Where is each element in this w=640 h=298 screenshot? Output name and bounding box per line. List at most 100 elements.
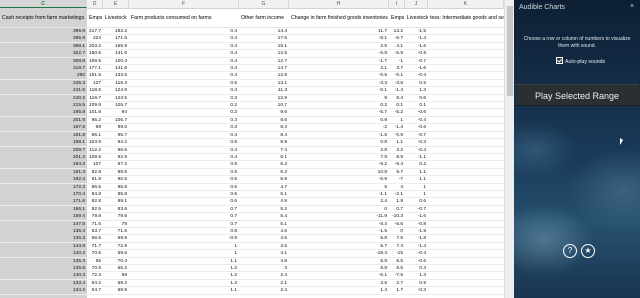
table-cell[interactable]: 124.9 xyxy=(103,87,129,94)
table-cell[interactable]: -1 xyxy=(389,58,405,65)
table-cell[interactable]: 0.6 xyxy=(405,95,428,102)
table-cell[interactable]: 3.7 xyxy=(389,65,405,72)
table-cell[interactable]: 71.6 xyxy=(103,228,129,235)
table-cell[interactable]: -1.4 xyxy=(389,124,405,131)
star-icon[interactable]: ★ xyxy=(581,244,595,258)
table-cell[interactable]: 7.6 xyxy=(389,235,405,242)
table-cell[interactable]: 0 xyxy=(389,228,405,235)
table-cell[interactable]: 0.5 xyxy=(129,80,239,87)
table-cell[interactable]: 159.4 xyxy=(0,213,87,221)
table-cell[interactable]: 1.1 xyxy=(405,169,428,176)
table-cell[interactable]: -5.6 xyxy=(389,221,405,228)
table-cell[interactable]: 151.5 xyxy=(87,72,103,79)
table-cell[interactable]: 191.8 xyxy=(0,131,87,139)
table-cell[interactable]: 98 xyxy=(87,124,103,131)
table-cell[interactable]: 141.6 xyxy=(103,65,129,72)
table-cell[interactable]: 71.7 xyxy=(87,243,103,250)
table-cell[interactable]: 141.6 xyxy=(103,50,129,57)
table-cell[interactable]: -8.1 xyxy=(289,35,389,42)
table-cell[interactable]: 0.5 xyxy=(129,176,239,183)
table-cell[interactable]: 89.1 xyxy=(103,198,129,205)
table-cell[interactable]: -0.9 xyxy=(389,132,405,139)
table-cell[interactable]: 8.6 xyxy=(239,117,289,124)
column-header-f[interactable]: F xyxy=(129,0,239,8)
table-cell[interactable]: 82.5 xyxy=(87,206,103,213)
close-icon[interactable]: × xyxy=(628,3,636,11)
table-cell[interactable]: 3 xyxy=(239,265,289,272)
spreadsheet[interactable]: C D E F G H I J K Cash receipts from far… xyxy=(0,0,514,298)
table-cell[interactable]: 66.5 xyxy=(87,235,103,242)
table-cell[interactable]: 0.5 xyxy=(129,161,239,168)
table-cell[interactable]: 0 xyxy=(289,206,389,213)
table-cell[interactable]: 0.2 xyxy=(289,102,389,109)
table-cell[interactable]: 0.7 xyxy=(389,206,405,213)
table-cell[interactable]: -0.9 xyxy=(405,50,428,57)
table-cell[interactable]: 1.9 xyxy=(389,198,405,205)
table-cell[interactable]: 0.9 xyxy=(405,280,428,287)
table-cell[interactable]: 0.7 xyxy=(129,221,239,228)
table-cell[interactable]: 1 xyxy=(389,117,405,124)
table-cell[interactable]: 13.1 xyxy=(239,80,289,87)
table-cell[interactable]: 1.1 xyxy=(129,287,239,294)
table-cell[interactable]: 4.8 xyxy=(239,258,289,265)
table-cell[interactable]: 82.8 xyxy=(87,198,103,205)
table-cell[interactable]: 133.4 xyxy=(0,279,87,287)
table-cell[interactable]: 180.6 xyxy=(87,50,103,57)
table-cell[interactable]: 171.6 xyxy=(103,35,129,42)
table-cell[interactable]: 3.2 xyxy=(389,147,405,154)
table-cell[interactable]: 95.7 xyxy=(103,132,129,139)
vertical-scrollbar[interactable] xyxy=(504,0,514,298)
table-cell[interactable]: -15.4 xyxy=(289,250,389,257)
table-cell[interactable]: 70.3 xyxy=(103,258,129,265)
table-cell[interactable]: -0.9 xyxy=(129,235,239,242)
table-cell[interactable]: 103.9 xyxy=(87,139,103,146)
table-cell[interactable]: 9 xyxy=(289,95,389,102)
table-cell[interactable]: 8.4 xyxy=(239,124,289,131)
table-cell[interactable]: -1.4 xyxy=(405,243,428,250)
table-cell[interactable]: 135.6 xyxy=(0,265,87,272)
table-cell[interactable]: 8.5 xyxy=(389,265,405,272)
table-cell[interactable]: 318.7 xyxy=(0,65,87,73)
table-cell[interactable]: 395.8 xyxy=(0,35,87,43)
table-cell[interactable]: 64.7 xyxy=(87,287,103,294)
table-cell[interactable]: 0.4 xyxy=(129,147,239,154)
table-cell[interactable]: 166.1 xyxy=(0,205,87,213)
table-cell[interactable]: -0.6 xyxy=(405,109,428,116)
table-cell[interactable]: 4.1 xyxy=(389,43,405,50)
table-cell[interactable]: 203.2 xyxy=(87,43,103,50)
table-cell[interactable]: -8.4 xyxy=(289,221,389,228)
table-cell[interactable]: 1.1 xyxy=(129,258,239,265)
table-cell[interactable]: 94.2 xyxy=(103,139,129,146)
table-cell[interactable]: 17.5 xyxy=(239,35,289,42)
table-cell[interactable]: -1.4 xyxy=(405,35,428,42)
table-cell[interactable]: 109.8 xyxy=(87,102,103,109)
table-cell[interactable]: -0.4 xyxy=(405,250,428,257)
table-cell[interactable]: 0.2 xyxy=(405,161,428,168)
table-cell[interactable]: 5 xyxy=(289,184,389,191)
header-intermediate-goods[interactable]: tess: Intermediate goods and services co… xyxy=(428,9,504,27)
table-cell[interactable]: 0.1 xyxy=(389,102,405,109)
table-cell[interactable]: -1.1 xyxy=(289,191,389,198)
table-cell[interactable]: 201.3 xyxy=(0,153,87,161)
table-cell[interactable]: -2 xyxy=(289,124,389,131)
table-cell[interactable]: -3.8 xyxy=(389,80,405,87)
table-cell[interactable]: 7.8 xyxy=(289,154,389,161)
play-selected-range-button[interactable]: Play Selected Range xyxy=(515,84,639,106)
table-cell[interactable]: -9.4 xyxy=(389,161,405,168)
table-cell[interactable]: -1.6 xyxy=(405,43,428,50)
table-cell[interactable]: 0.5 xyxy=(129,139,239,146)
table-cell[interactable]: -7 xyxy=(389,176,405,183)
table-cell[interactable]: 64.2 xyxy=(87,280,103,287)
table-cell[interactable]: -0.6 xyxy=(405,258,428,265)
table-cell[interactable]: 8.4 xyxy=(389,95,405,102)
table-cell[interactable]: 194.3 xyxy=(0,161,87,169)
table-cell[interactable]: 83.6 xyxy=(103,206,129,213)
table-cell[interactable]: 7.4 xyxy=(239,147,289,154)
header-emps-2[interactable]: Emps xyxy=(389,9,405,27)
table-cell[interactable]: -0.1 xyxy=(289,87,389,94)
table-cell[interactable]: 1.3 xyxy=(129,280,239,287)
header-livestock-2[interactable]: Livestock xyxy=(405,9,428,27)
table-cell[interactable]: -1.5 xyxy=(405,28,428,35)
autoplay-checkbox[interactable]: Auto-play sounds xyxy=(556,57,605,65)
table-cell[interactable]: 14.7 xyxy=(239,65,289,72)
